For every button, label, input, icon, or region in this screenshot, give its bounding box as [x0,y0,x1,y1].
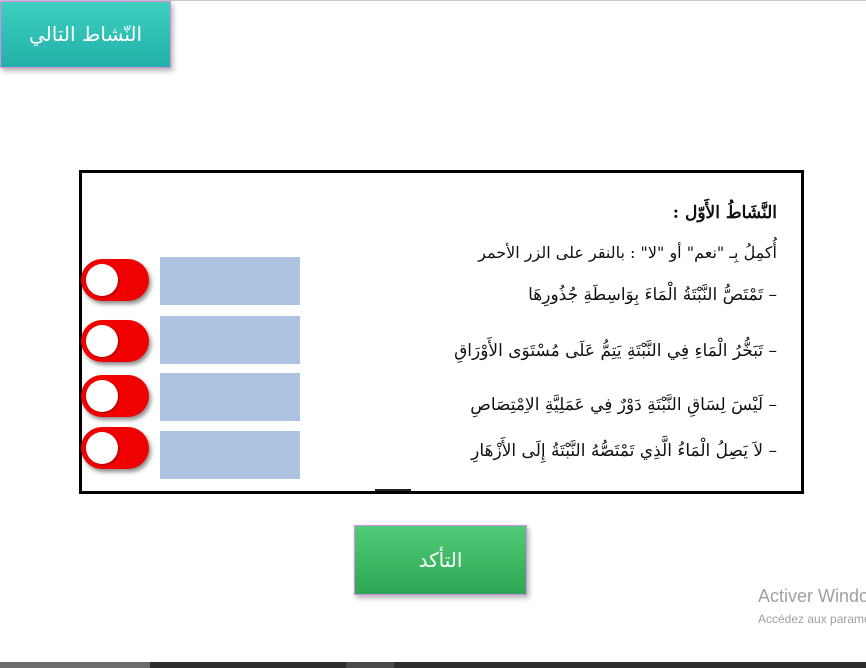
toggle-knob [86,380,118,412]
activity-title: النَّشَاطُ الأَوّل : [672,203,777,223]
statement-2: – تَبَخُّرُ الْمَاءِ فِي النَّبْتَةِ يَت… [454,341,777,361]
toggle-switch-4[interactable] [81,427,149,469]
toggle-switch-1[interactable] [81,259,149,301]
windows-activation-title: Activer Windows [758,586,866,606]
toggle-knob [86,432,118,464]
cropped-text-fragment [375,489,411,491]
taskbar [150,662,866,668]
windows-activation-subtitle: Accédez aux paramètres [758,612,866,626]
next-activity-button[interactable]: النّشاط التالي [0,1,171,68]
toggle-knob [86,325,118,357]
toggle-knob [86,264,118,296]
toggle-switch-3[interactable] [81,375,149,417]
taskbar-segment [0,662,150,668]
statement-4: – لاَ يَصِلُ الْمَاءُ الَّذِي تَمْتَصُّه… [471,441,777,461]
answer-box-1[interactable] [160,257,300,305]
toggle-switch-2[interactable] [81,320,149,362]
answer-box-4[interactable] [160,431,300,479]
statement-1: – تَمْتَصُّ النَّبْتَةُ الْمَاءَ بِوَاسِ… [528,285,777,305]
answer-box-3[interactable] [160,373,300,421]
taskbar-segment [346,662,394,668]
statement-3: – لَيْسَ لِسَاقِ النَّبْتَةِ دَوْرٌ فِي … [470,395,777,415]
check-button[interactable]: التأكد [354,525,527,595]
activity-instruction: أُكمِلُ بِـ "نعم" أو "لا" : بالنقر على ا… [478,243,777,262]
answer-box-2[interactable] [160,316,300,364]
